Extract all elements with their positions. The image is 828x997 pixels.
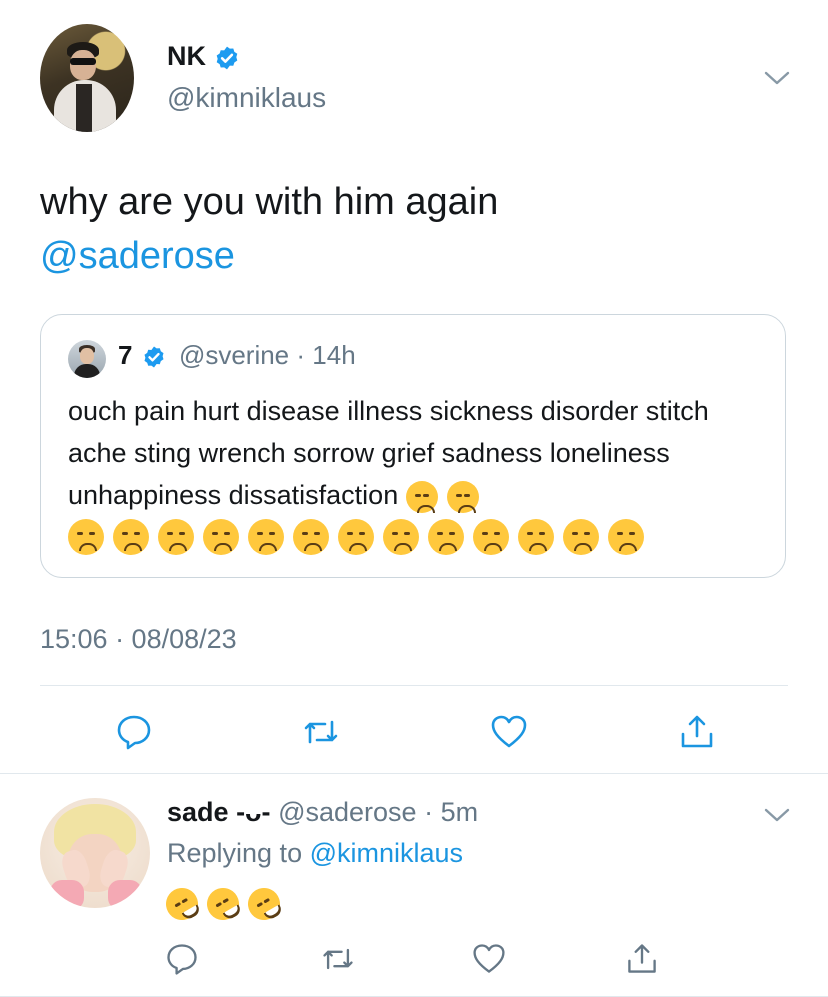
disappointed-face-emoji-icon xyxy=(113,519,149,555)
reply-author-avatar[interactable] xyxy=(40,798,150,908)
replying-to-label: Replying to xyxy=(167,838,303,868)
rofl-face-emoji-icon xyxy=(201,882,245,926)
disappointed-face-emoji-icon xyxy=(68,519,104,555)
chevron-down-icon[interactable] xyxy=(762,805,792,825)
share-icon[interactable] xyxy=(677,712,717,752)
reply-author-handle[interactable]: @saderose xyxy=(278,797,416,827)
quoted-header: 7 @sverine · 14h xyxy=(118,340,356,371)
tweet-timestamp[interactable]: 15:06 · 08/08/23 xyxy=(40,624,237,655)
quoted-author-name: 7 xyxy=(118,340,133,370)
replying-to-link[interactable]: @kimniklaus xyxy=(310,838,463,868)
heart-icon[interactable] xyxy=(471,941,507,977)
quoted-author-handle: @sverine xyxy=(178,340,290,370)
divider xyxy=(0,773,828,774)
reply-author-name[interactable]: sade xyxy=(167,797,229,827)
reply-icon[interactable] xyxy=(164,941,200,977)
reply-icon[interactable] xyxy=(114,712,154,752)
confounded-face-emoji-icon xyxy=(293,519,329,555)
downcast-sweat-face-emoji-icon xyxy=(563,519,599,555)
quoted-separator: · xyxy=(296,340,306,370)
reply-author-name-deco: -ᴗ- xyxy=(236,797,271,827)
downcast-sweat-face-emoji-icon xyxy=(608,519,644,555)
share-icon[interactable] xyxy=(624,941,660,977)
retweet-icon[interactable] xyxy=(320,941,356,977)
heart-icon[interactable] xyxy=(489,712,529,752)
pleading-face-emoji-icon xyxy=(518,519,554,555)
crying-face-emoji-icon xyxy=(338,519,374,555)
pleading-face-emoji-icon xyxy=(428,519,464,555)
reply-header[interactable]: sade -ᴗ- @saderose · 5m xyxy=(167,797,478,828)
reply-age: 5m xyxy=(440,797,479,827)
verified-badge-icon xyxy=(216,46,237,70)
quoted-age: 14h xyxy=(312,340,356,370)
divider xyxy=(40,685,788,686)
retweet-icon[interactable] xyxy=(301,712,341,752)
tweet-text: why are you with him again xyxy=(40,181,499,223)
slightly-frowning-face-emoji-icon xyxy=(203,519,239,555)
confounded-face-emoji-icon xyxy=(248,519,284,555)
slightly-frowning-face-emoji-icon xyxy=(158,519,194,555)
quoted-emoji-row xyxy=(68,519,653,555)
quoted-text-body: ouch pain hurt disease illness sickness … xyxy=(68,396,709,510)
quoted-inline-emoji xyxy=(405,480,488,513)
disappointed-face-emoji-icon xyxy=(405,480,438,513)
quoted-author-avatar xyxy=(68,340,106,378)
replying-to-line: Replying to @kimniklaus xyxy=(167,838,463,869)
reply-emoji-row xyxy=(160,882,289,926)
tweet-mention-link[interactable]: @saderose xyxy=(40,235,235,278)
author-name[interactable]: NK xyxy=(167,41,206,71)
author-name-row[interactable]: NK xyxy=(167,41,240,72)
reply-separator: · xyxy=(424,797,434,827)
rofl-face-emoji-icon xyxy=(160,882,204,926)
verified-badge-icon xyxy=(144,346,164,368)
author-handle[interactable]: @kimniklaus xyxy=(167,82,326,114)
rofl-face-emoji-icon xyxy=(242,882,286,926)
chevron-down-icon[interactable] xyxy=(762,68,792,88)
author-avatar[interactable] xyxy=(40,24,134,132)
quoted-text: ouch pain hurt disease illness sickness … xyxy=(68,390,772,516)
crying-face-emoji-icon xyxy=(383,519,419,555)
pleading-face-emoji-icon xyxy=(473,519,509,555)
disappointed-face-emoji-icon xyxy=(446,480,479,513)
